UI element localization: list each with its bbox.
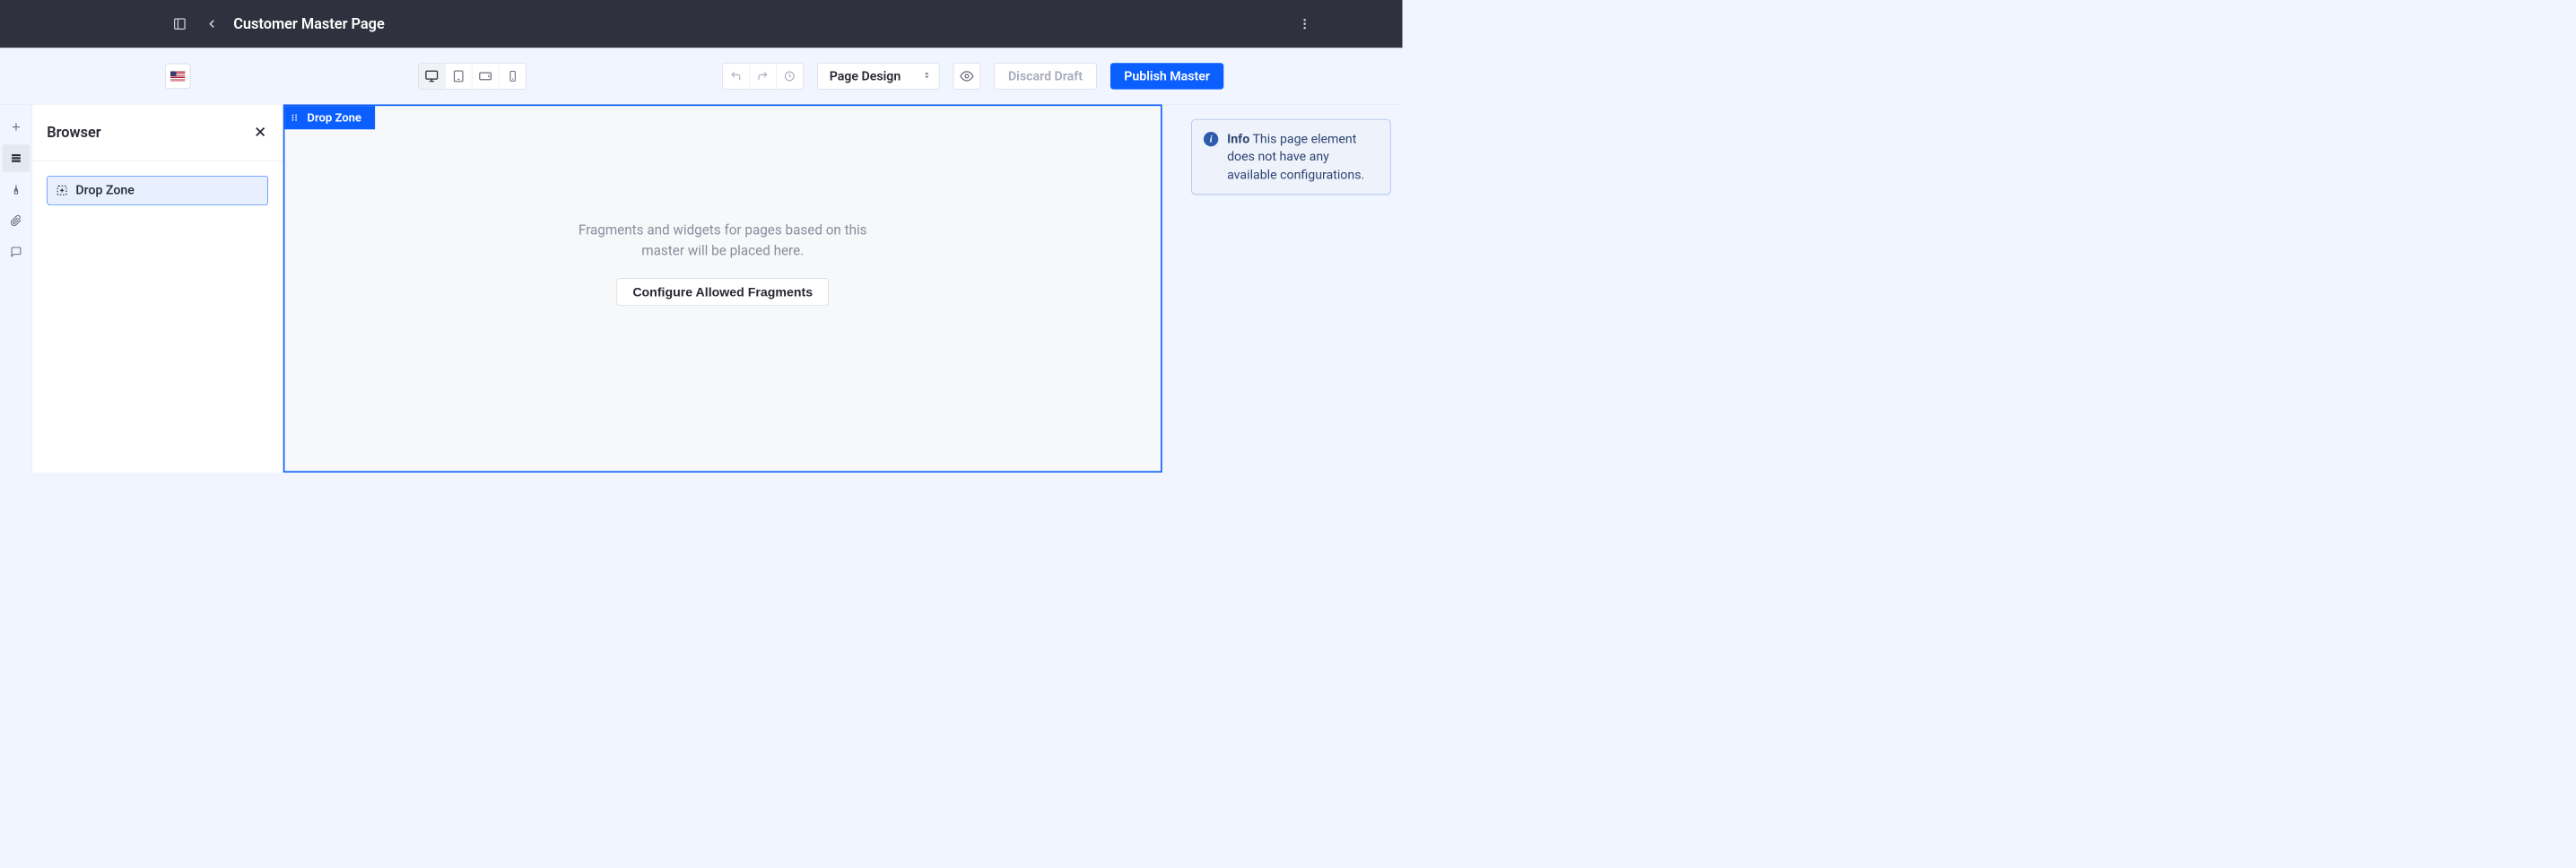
redo-button[interactable] xyxy=(749,63,776,88)
device-landscape-button[interactable] xyxy=(472,63,499,88)
comments-icon[interactable] xyxy=(2,239,29,265)
panel-toggle-icon[interactable] xyxy=(169,13,190,35)
us-flag-icon xyxy=(170,71,185,81)
history-group xyxy=(722,63,804,89)
close-panel-icon[interactable] xyxy=(252,124,267,142)
configure-allowed-fragments-button[interactable]: Configure Allowed Fragments xyxy=(616,278,829,305)
mode-select-value: Page Design xyxy=(830,68,901,82)
add-fragment-icon[interactable] xyxy=(2,113,29,140)
work-area: Browser Drop Zone xyxy=(0,105,1403,473)
preview-button[interactable] xyxy=(953,63,979,89)
page-toolbar: Page Design Discard Draft Publish Master xyxy=(0,48,1403,104)
config-panel: i Info This page element does not have a… xyxy=(1179,105,1402,473)
more-menu-icon[interactable] xyxy=(1294,13,1316,35)
locale-selector[interactable] xyxy=(165,63,190,88)
page-content-icon[interactable] xyxy=(2,207,29,234)
browser-panel-icon[interactable] xyxy=(2,144,29,171)
mode-select-wrap: Page Design xyxy=(817,63,939,89)
browser-panel: Browser Drop Zone xyxy=(32,105,283,473)
tree-item-drop-zone[interactable]: Drop Zone xyxy=(47,176,268,205)
device-selector-group xyxy=(418,63,527,89)
device-mobile-button[interactable] xyxy=(499,63,526,88)
dropzone-chip[interactable]: Drop Zone xyxy=(284,106,375,129)
dropzone-chip-label: Drop Zone xyxy=(307,111,361,125)
dropzone-placeholder: Fragments and widgets for pages based on… xyxy=(571,220,875,306)
undo-button[interactable] xyxy=(722,63,749,88)
info-label: Info xyxy=(1227,132,1249,146)
left-icon-rail xyxy=(0,105,32,473)
drag-handle-icon xyxy=(290,113,300,123)
history-button[interactable] xyxy=(776,63,803,88)
device-tablet-button[interactable] xyxy=(445,63,472,88)
discard-draft-button[interactable]: Discard Draft xyxy=(994,63,1097,89)
design-options-icon[interactable] xyxy=(2,176,29,203)
browser-body: Drop Zone xyxy=(32,161,283,220)
info-alert: i Info This page element does not have a… xyxy=(1191,119,1390,195)
page-title: Customer Master Page xyxy=(233,15,385,32)
device-desktop-button[interactable] xyxy=(419,63,446,88)
mode-select[interactable]: Page Design xyxy=(817,63,939,89)
dropzone-icon xyxy=(57,185,68,196)
tree-item-label: Drop Zone xyxy=(75,183,134,197)
top-header: Customer Master Page xyxy=(0,0,1403,48)
canvas-drop-zone[interactable]: Drop Zone Fragments and widgets for page… xyxy=(283,105,1162,473)
browser-title: Browser xyxy=(47,124,100,141)
browser-header: Browser xyxy=(32,105,283,161)
publish-master-button[interactable]: Publish Master xyxy=(1110,63,1223,89)
canvas-wrap: Drop Zone Fragments and widgets for page… xyxy=(283,105,1180,473)
back-icon[interactable] xyxy=(201,13,222,35)
dropzone-placeholder-text: Fragments and widgets for pages based on… xyxy=(571,220,875,261)
info-icon: i xyxy=(1204,132,1218,146)
